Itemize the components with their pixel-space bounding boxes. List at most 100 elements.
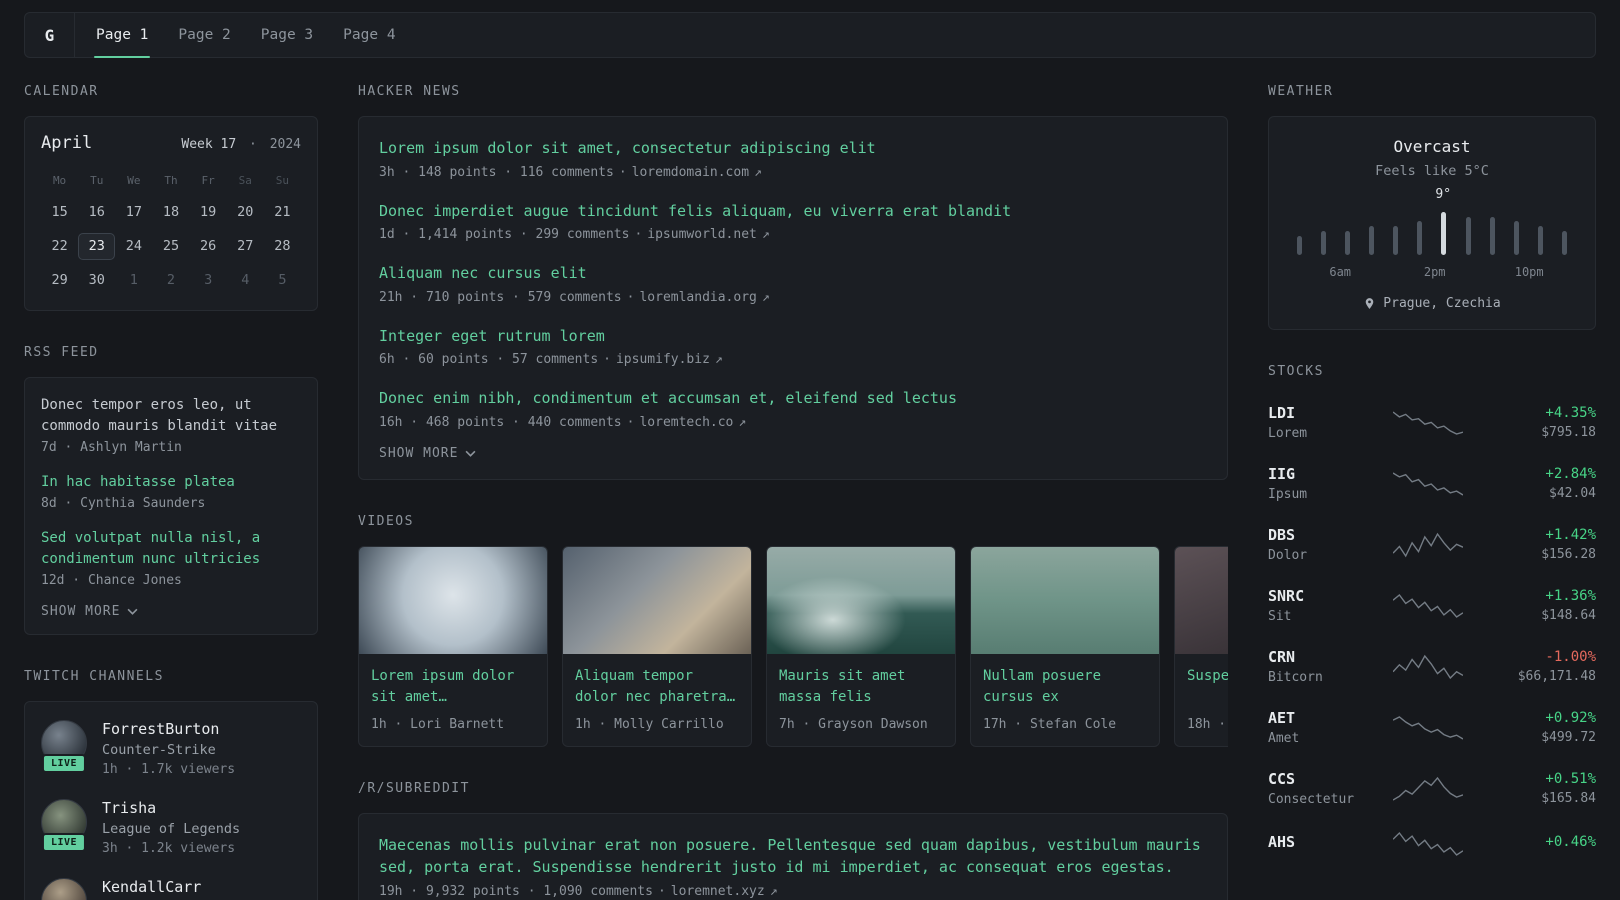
hn-item-title-link[interactable]: Aliquam nec cursus elit bbox=[379, 262, 1207, 285]
stock-change: +0.51% bbox=[1545, 771, 1596, 787]
hn-item-stats: 16h · 468 points · 440 comments bbox=[379, 414, 622, 430]
chevron-down-icon bbox=[465, 450, 476, 457]
stock-row[interactable]: SNRC Sit +1.36% $148.64 bbox=[1268, 575, 1596, 636]
video-meta: 17h · Stefan Cole bbox=[983, 716, 1117, 732]
avatar: LIVE bbox=[41, 720, 87, 773]
video-meta: 7h · Grayson Dawson bbox=[779, 716, 928, 732]
temp-bars bbox=[1297, 209, 1567, 255]
stock-sparkline bbox=[1364, 532, 1492, 558]
weather-widget: WEATHER Overcast Feels like 5°C 9° 6am 2… bbox=[1268, 84, 1596, 330]
video-meta: 18h · Tara bbox=[1187, 716, 1228, 732]
hn-item-title-link[interactable]: Donec enim nibh, condimentum et accumsan… bbox=[379, 387, 1207, 410]
video-title: Aliquam tempor dolor nec pharetra… bbox=[575, 667, 736, 705]
chevron-down-icon bbox=[127, 608, 138, 615]
video-thumbnail bbox=[767, 546, 955, 654]
separator-dot: · bbox=[249, 137, 257, 152]
calendar-month: April bbox=[41, 133, 93, 153]
hn-item-domain-link[interactable]: loremlandia.org ↗ bbox=[639, 290, 769, 305]
external-link-icon: ↗ bbox=[761, 227, 770, 242]
stock-row[interactable]: AET Amet +0.92% $499.72 bbox=[1268, 697, 1596, 758]
live-badge: LIVE bbox=[41, 833, 87, 852]
dashboard-content: CALENDAR April Week 17 · 2024 Mo Tu We T… bbox=[0, 58, 1620, 900]
video-card[interactable]: Suspendisse diam 18h · Tara bbox=[1174, 545, 1228, 747]
subreddit-widget: /R/SUBREDDIT Maecenas mollis pulvinar er… bbox=[358, 781, 1228, 900]
stock-row[interactable]: CCS Consectetur +0.51% $165.84 bbox=[1268, 758, 1596, 819]
twitch-channel-row[interactable]: LIVE Trisha League of Legends 3h · 1.2k … bbox=[41, 799, 301, 856]
avatar: LIVE bbox=[41, 878, 87, 900]
rss-item-link[interactable]: Donec tempor eros leo, ut commodo mauris… bbox=[41, 395, 301, 437]
tab-page-4[interactable]: Page 4 bbox=[328, 13, 410, 57]
stock-symbol: DBS bbox=[1268, 526, 1296, 544]
video-card[interactable]: Lorem ipsum dolor sit amet consectetu… 1… bbox=[358, 545, 548, 747]
tab-page-1[interactable]: Page 1 bbox=[81, 13, 163, 58]
hn-item-domain-link[interactable]: loremdomain.com ↗ bbox=[632, 165, 762, 180]
stock-name: Consectetur bbox=[1268, 792, 1355, 807]
calendar-year: 2024 bbox=[269, 137, 301, 152]
hn-item-title-link[interactable]: Integer eget rutrum lorem bbox=[379, 325, 1207, 348]
twitch-channel-row[interactable]: LIVE KendallCarr bbox=[41, 878, 301, 900]
hn-item-meta: 6h · 60 points · 57 comments · ipsumify.bi… bbox=[379, 352, 1207, 367]
live-badge: LIVE bbox=[41, 754, 87, 773]
tab-page-3[interactable]: Page 3 bbox=[246, 13, 328, 57]
rss-show-more-button[interactable]: SHOW MORE bbox=[41, 604, 138, 619]
stocks-widget: STOCKS LDI Lorem +4.35% $795.18 IIG Ipsu… bbox=[1268, 364, 1596, 869]
subreddit-item-title-link[interactable]: Maecenas mollis pulvinar erat non posuer… bbox=[379, 834, 1207, 879]
rss-item-link[interactable]: Sed volutpat nulla nisl, a condimentum n… bbox=[41, 528, 301, 570]
hn-item-stats: 6h · 60 points · 57 comments bbox=[379, 352, 599, 367]
video-card[interactable]: Aliquam tempor dolor nec pharetra… 1h · … bbox=[562, 545, 752, 747]
calendar-day: 22 bbox=[51, 238, 68, 254]
separator-dot: · bbox=[626, 414, 635, 430]
hn-item-title-link[interactable]: Donec imperdiet augue tincidunt felis al… bbox=[379, 200, 1207, 223]
hn-show-more-button[interactable]: SHOW MORE bbox=[379, 446, 476, 461]
hn-item-domain-link[interactable]: ipsumworld.net ↗ bbox=[647, 227, 769, 242]
page-tabs: Page 1 Page 2 Page 3 Page 4 bbox=[75, 13, 411, 58]
calendar-day-header: Sa bbox=[238, 174, 252, 187]
hn-item: Aliquam nec cursus elit 21h · 710 points… bbox=[379, 262, 1207, 305]
stock-row[interactable]: DBS Dolor +1.42% $156.28 bbox=[1268, 514, 1596, 575]
calendar-widget: CALENDAR April Week 17 · 2024 Mo Tu We T… bbox=[24, 84, 318, 311]
stock-row[interactable]: AHS +0.46% bbox=[1268, 819, 1596, 869]
twitch-section-title: TWITCH CHANNELS bbox=[24, 669, 164, 684]
hn-item-title-link[interactable]: Lorem ipsum dolor sit amet, consectetur … bbox=[379, 137, 1207, 160]
video-meta: 1h · Molly Carrillo bbox=[575, 716, 724, 732]
hn-item-domain-link[interactable]: loremtech.co ↗ bbox=[639, 415, 746, 430]
hn-item-domain-link[interactable]: ipsumify.biz ↗ bbox=[616, 352, 723, 367]
hn-item-meta: 3h · 148 points · 116 comments · loremdoma… bbox=[379, 165, 1207, 180]
video-thumbnail bbox=[563, 546, 751, 654]
weather-location: Prague, Czechia bbox=[1287, 296, 1577, 311]
stocks-list: LDI Lorem +4.35% $795.18 IIG Ipsum +2.84… bbox=[1268, 392, 1596, 869]
stock-change: +0.46% bbox=[1545, 834, 1596, 850]
calendar-day-outside: 2 bbox=[166, 272, 176, 288]
app-logo[interactable]: G bbox=[25, 13, 75, 57]
calendar-day: 17 bbox=[125, 204, 142, 220]
twitch-widget: TWITCH CHANNELS LIVE ForrestBurton Count… bbox=[24, 669, 318, 900]
video-thumbnail bbox=[359, 546, 547, 654]
stock-row[interactable]: LDI Lorem +4.35% $795.18 bbox=[1268, 392, 1596, 453]
stock-row[interactable]: IIG Ipsum +2.84% $42.04 bbox=[1268, 453, 1596, 514]
video-card[interactable]: Mauris sit amet massa felis 7h · Grayson… bbox=[766, 545, 956, 747]
calendar-day-header: Mo bbox=[52, 174, 67, 187]
twitch-channel-row[interactable]: LIVE ForrestBurton Counter-Strike 1h · 1… bbox=[41, 720, 301, 777]
stock-price: $795.18 bbox=[1541, 425, 1596, 440]
calendar-day: 29 bbox=[51, 272, 68, 288]
temp-bar bbox=[1537, 226, 1543, 255]
stock-price: $66,171.48 bbox=[1517, 669, 1596, 684]
rss-card: Donec tempor eros leo, ut commodo mauris… bbox=[24, 377, 318, 635]
temp-bar bbox=[1369, 226, 1375, 255]
tab-page-2[interactable]: Page 2 bbox=[163, 13, 245, 57]
stock-row[interactable]: CRN Bitcorn -1.00% $66,171.48 bbox=[1268, 636, 1596, 697]
calendar-grid: Mo Tu We Th Fr Sa Su 15 16 17 18 19 20 2… bbox=[41, 170, 301, 294]
temp-time-label: 6am bbox=[1329, 265, 1352, 279]
calendar-day: 27 bbox=[237, 238, 254, 254]
weather-section-title: WEATHER bbox=[1268, 84, 1334, 99]
hacker-news-section-title: HACKER NEWS bbox=[358, 84, 461, 99]
calendar-day-outside: 1 bbox=[129, 272, 138, 288]
calendar-day-header: Th bbox=[164, 174, 178, 187]
rss-widget: RSS FEED Donec tempor eros leo, ut commo… bbox=[24, 345, 318, 635]
calendar-day-selected: 23 bbox=[78, 233, 116, 260]
subreddit-item-domain-link[interactable]: loremnet.xyz ↗ bbox=[671, 884, 778, 899]
calendar-week: Week 17 bbox=[181, 137, 237, 152]
video-card[interactable]: Nullam posuere cursus ex 17h · Stefan Co… bbox=[970, 545, 1160, 747]
rss-item-meta: 12d · Chance Jones bbox=[41, 573, 182, 588]
rss-item-link[interactable]: In hac habitasse platea bbox=[41, 472, 301, 493]
